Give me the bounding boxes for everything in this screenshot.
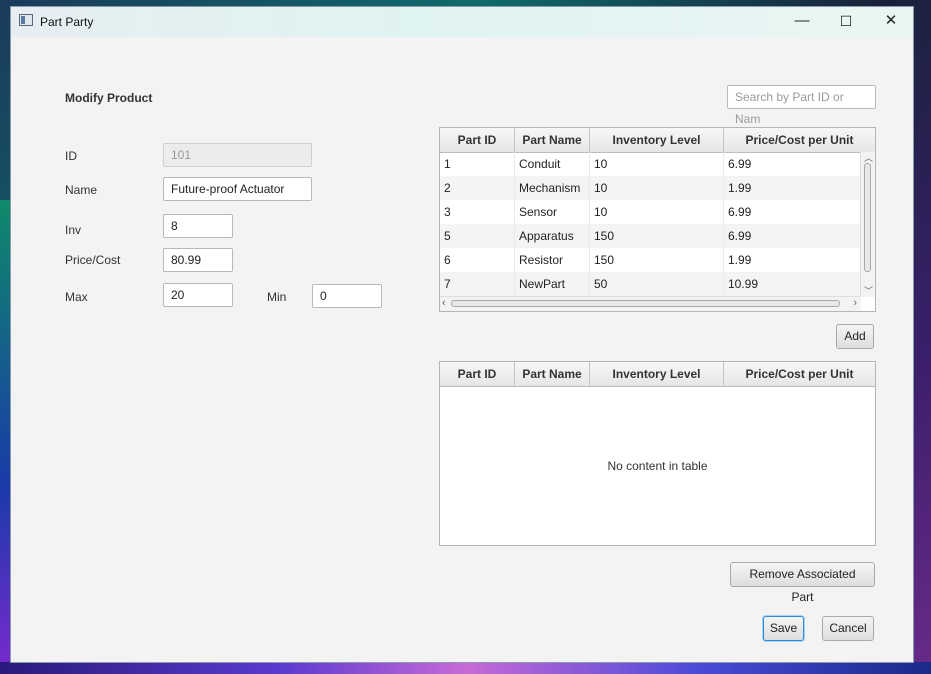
app-window: Part Party — ☐ ✕ Modify Product ID 101 N…	[10, 6, 914, 663]
cell-part-id: 2	[440, 176, 515, 200]
column-header-part-id[interactable]: Part ID	[440, 362, 515, 386]
cell-inventory: 10	[590, 152, 724, 176]
table-row[interactable]: 3 Sensor 10 6.99	[440, 200, 861, 224]
cell-inventory: 10	[590, 200, 724, 224]
scroll-right-icon[interactable]: ›	[853, 298, 857, 309]
cell-part-name: Resistor	[515, 248, 590, 272]
cell-part-id: 3	[440, 200, 515, 224]
name-label: Name	[65, 183, 98, 197]
cell-price: 6.99	[724, 200, 861, 224]
cell-price: 1.99	[724, 248, 861, 272]
inv-field[interactable]: 8	[163, 214, 233, 238]
cell-part-id: 1	[440, 152, 515, 176]
parts-table-header: Part ID Part Name Inventory Level Price/…	[440, 128, 875, 153]
cell-part-id: 7	[440, 272, 515, 296]
cell-part-name: Mechanism	[515, 176, 590, 200]
min-label: Min	[267, 290, 287, 304]
cell-part-name: Apparatus	[515, 224, 590, 248]
desktop-taskbar-glow	[0, 662, 931, 674]
parts-table[interactable]: Part ID Part Name Inventory Level Price/…	[439, 127, 876, 312]
column-header-part-name[interactable]: Part Name	[515, 128, 590, 152]
cell-price: 1.99	[724, 176, 861, 200]
cancel-button[interactable]: Cancel	[822, 616, 874, 641]
save-button[interactable]: Save	[763, 616, 804, 641]
name-field[interactable]: Future-proof Actuator	[163, 177, 312, 201]
cell-price: 10.99	[724, 272, 861, 296]
column-header-price[interactable]: Price/Cost per Unit	[724, 362, 875, 386]
column-header-part-name[interactable]: Part Name	[515, 362, 590, 386]
table-row[interactable]: 2 Mechanism 10 1.99	[440, 176, 861, 200]
table-row[interactable]: 5 Apparatus 150 6.99	[440, 224, 861, 248]
cell-inventory: 10	[590, 176, 724, 200]
remove-associated-part-button[interactable]: Remove Associated Part	[730, 562, 875, 604]
vertical-scrollbar[interactable]: ︿ ﹀	[860, 152, 875, 297]
scroll-left-icon[interactable]: ‹	[442, 298, 446, 309]
cell-part-name: Sensor	[515, 200, 590, 224]
search-input[interactable]: Search by Part ID or Nam	[727, 85, 876, 126]
horizontal-scroll-thumb[interactable]	[451, 300, 840, 307]
close-icon[interactable]: ✕	[868, 7, 913, 37]
cell-inventory: 50	[590, 272, 724, 296]
app-icon	[19, 14, 33, 26]
price-label: Price/Cost	[65, 253, 121, 267]
maximize-icon[interactable]: ☐	[823, 7, 869, 37]
column-header-inventory[interactable]: Inventory Level	[590, 362, 724, 386]
inv-label: Inv	[65, 223, 82, 237]
price-field[interactable]: 80.99	[163, 248, 233, 272]
cell-price: 6.99	[724, 224, 861, 248]
column-header-price[interactable]: Price/Cost per Unit	[724, 128, 875, 152]
cell-part-name: NewPart	[515, 272, 590, 296]
associated-parts-table[interactable]: Part ID Part Name Inventory Level Price/…	[439, 361, 876, 546]
window-title: Part Party	[40, 15, 94, 29]
column-header-part-id[interactable]: Part ID	[440, 128, 515, 152]
vertical-scroll-thumb[interactable]	[864, 163, 871, 272]
cell-inventory: 150	[590, 224, 724, 248]
cell-part-name: Conduit	[515, 152, 590, 176]
cell-part-id: 5	[440, 224, 515, 248]
minimize-icon[interactable]: —	[779, 7, 825, 37]
scroll-down-icon[interactable]: ﹀	[864, 286, 873, 296]
id-field: 101	[163, 143, 312, 167]
cell-inventory: 150	[590, 248, 724, 272]
horizontal-scrollbar[interactable]: ‹ ›	[440, 296, 861, 311]
column-header-inventory[interactable]: Inventory Level	[590, 128, 724, 152]
cell-part-id: 6	[440, 248, 515, 272]
cell-price: 6.99	[724, 152, 861, 176]
table-row[interactable]: 6 Resistor 150 1.99	[440, 248, 861, 272]
id-label: ID	[65, 149, 77, 163]
title-bar[interactable]: Part Party — ☐ ✕	[11, 7, 913, 37]
table-row[interactable]: 1 Conduit 10 6.99	[440, 152, 861, 176]
empty-table-message: No content in table	[607, 459, 708, 473]
max-field[interactable]: 20	[163, 283, 233, 307]
associated-table-header: Part ID Part Name Inventory Level Price/…	[440, 362, 875, 387]
add-button[interactable]: Add	[836, 324, 874, 349]
max-label: Max	[65, 290, 88, 304]
min-field[interactable]: 0	[312, 284, 382, 308]
scroll-up-icon[interactable]: ︿	[864, 153, 873, 163]
table-row[interactable]: 7 NewPart 50 10.99	[440, 272, 861, 296]
page-title: Modify Product	[65, 91, 153, 105]
